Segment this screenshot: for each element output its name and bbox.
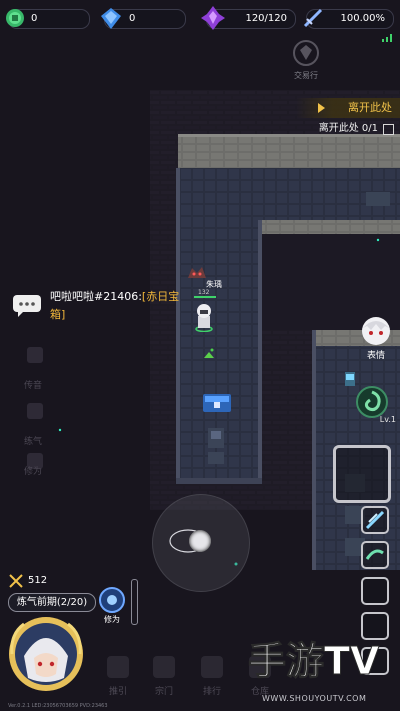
cultivation-realm[interactable]: 炼气前期(2/20) <box>8 593 96 612</box>
power-counter[interactable]: 100.00% <box>303 8 394 29</box>
quest-objective[interactable]: 离开此处 0/1 <box>306 121 400 137</box>
crossed-swords-icon <box>9 574 23 588</box>
ghost-menu-icon-2 <box>27 403 43 419</box>
skill-slot-2[interactable] <box>361 541 389 569</box>
stamina-value: 120/120 <box>245 13 287 24</box>
cultivate-orb-icon <box>99 587 125 613</box>
main-attack-slot[interactable] <box>333 445 391 503</box>
power-percent-value: 100.00% <box>340 13 386 24</box>
treasure-chest[interactable] <box>203 394 231 412</box>
ghost-menu-label-3: 修为 <box>24 467 43 477</box>
cultivation-progress-bar <box>131 579 138 625</box>
leaf-icon <box>204 352 214 358</box>
gem-icon <box>101 8 121 29</box>
chat-sender: 吧啦吧啦#21406: <box>50 290 142 303</box>
quest-arrow-icon <box>318 103 325 113</box>
skill-orb-button[interactable]: Lv.1 <box>354 384 396 424</box>
ghost-menu-label-2: 练气 <box>24 437 43 447</box>
watermark-logo: 手游TV <box>248 639 380 683</box>
nav-ranking[interactable]: 排行 <box>192 650 232 704</box>
avatar-portrait-icon <box>9 617 83 691</box>
nav-sect[interactable]: 宗门 <box>144 650 184 704</box>
sword-icon <box>303 8 323 28</box>
slash-skill-icon <box>365 510 385 530</box>
cultivate-label: 修为 <box>104 615 120 624</box>
chat-item-link-end[interactable]: 箱] <box>50 308 65 321</box>
quest-title-text: 离开此处 <box>348 101 392 114</box>
quest-checkbox <box>383 124 394 135</box>
emote-face-icon <box>362 317 390 345</box>
trade-shop-button[interactable]: 交易行 <box>280 38 332 86</box>
quest-objective-text: 离开此处 0/1 <box>318 123 378 134</box>
chat-button[interactable] <box>12 294 42 318</box>
watermark-url: WWW.SHOUYOUTV.COM <box>262 694 367 703</box>
joystick-knob[interactable] <box>189 530 211 552</box>
nav-sect-label: 宗门 <box>154 687 173 697</box>
ghost-menu-label-1: 传音 <box>24 381 43 391</box>
player-avatar[interactable] <box>6 614 86 694</box>
creature-sprite-icon <box>188 267 206 278</box>
signal-icon <box>382 34 392 42</box>
quest-title[interactable]: 离开此处 <box>296 98 400 118</box>
combat-power-value: 512 <box>28 575 48 586</box>
gem-value: 0 <box>129 13 136 24</box>
skill-slot-3[interactable] <box>361 577 389 605</box>
nav-guide-label: 推引 <box>108 687 127 697</box>
skill-level: Lv.1 <box>379 415 396 424</box>
emote-label: 表情 <box>366 351 385 361</box>
herb-item[interactable] <box>203 344 215 358</box>
cultivate-button[interactable]: 修为 <box>96 586 128 626</box>
trade-shop-icon <box>293 40 319 66</box>
watermark-logo-text: 手游TV <box>248 639 380 682</box>
nav-guide[interactable]: 推引 <box>98 650 138 704</box>
ranking-icon <box>201 656 223 678</box>
sect-icon <box>153 656 175 678</box>
version-info: Ver.0.2.1 LED:23056703659 PVD:23463 <box>8 703 108 709</box>
gold-counter[interactable]: 0 <box>6 9 90 29</box>
emote-button[interactable]: 表情 <box>356 314 396 362</box>
chat-bubble-icon <box>13 295 41 317</box>
guide-icon <box>107 656 129 678</box>
purple-crystal-icon <box>201 6 225 30</box>
ghost-menu-icon-1 <box>27 347 43 363</box>
enemy-creature[interactable] <box>186 264 208 280</box>
wind-skill-icon <box>365 549 384 560</box>
gem-counter[interactable]: 0 <box>101 8 186 29</box>
combat-power: 512 <box>8 573 68 589</box>
chat-item-link[interactable]: [赤日宝 <box>142 290 179 303</box>
nav-ranking-label: 排行 <box>202 687 221 697</box>
gold-value: 0 <box>31 13 38 24</box>
skill-slot-1[interactable] <box>361 506 389 534</box>
trade-shop-label: 交易行 <box>294 71 318 80</box>
stamina-counter[interactable]: 120/120 <box>201 6 296 30</box>
coin-icon <box>6 9 24 27</box>
chat-message[interactable]: 吧啦吧啦#21406:[赤日宝箱] <box>50 288 220 324</box>
